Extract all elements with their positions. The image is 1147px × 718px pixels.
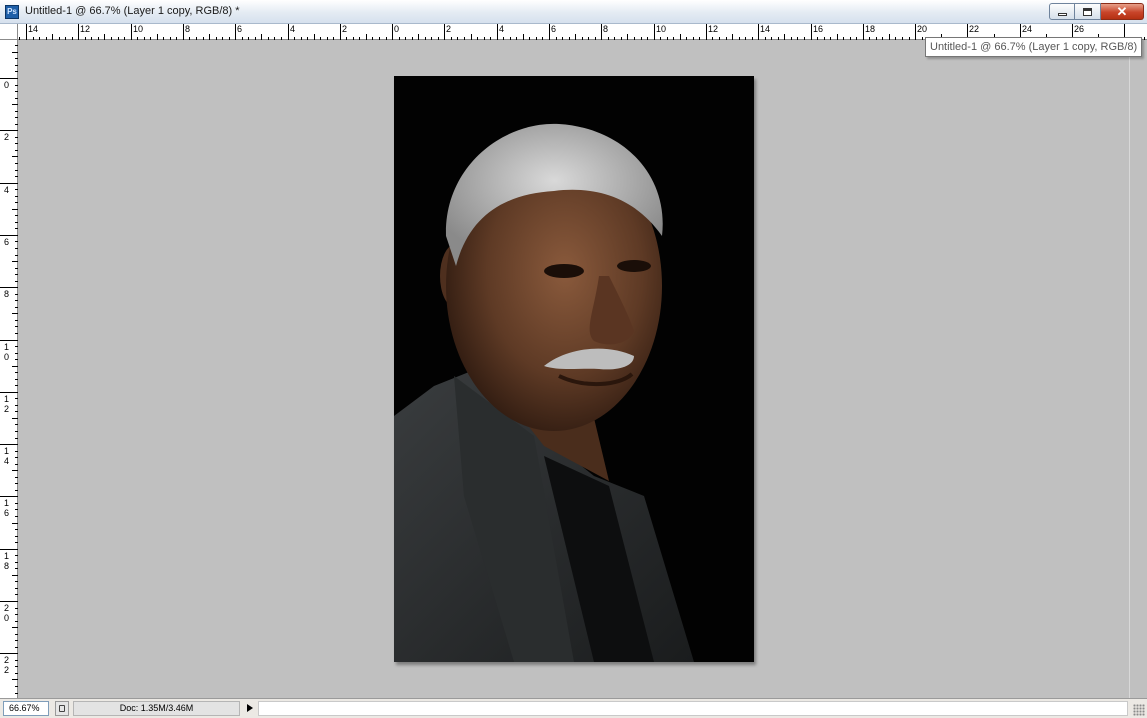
ruler-label: 12 [80,24,91,34]
ruler-label: 10 [133,24,144,34]
ruler-label: 2 2 [4,655,10,675]
ruler-label: 24 [1022,24,1033,34]
ruler-label: 18 [865,24,876,34]
ruler-label: 14 [28,24,39,34]
ruler-label: 1 0 [4,342,10,362]
vertical-ruler[interactable]: 0 2 4 6 8 1 0 1 2 1 4 1 6 1 8 2 0 2 2 [0,40,18,698]
ruler-label: 22 [969,24,980,34]
ruler-label: 6 [4,237,10,247]
ruler-label: 1 6 [4,498,10,518]
horizontal-scrollbar[interactable] [258,701,1128,716]
ruler-label: 26 [1074,24,1085,34]
title-tooltip: Untitled-1 @ 66.7% (Layer 1 copy, RGB/8) [925,37,1143,57]
maximize-button[interactable] [1075,3,1101,20]
ruler-label: 12 [708,24,719,34]
ruler-label: 1 4 [4,446,10,466]
ruler-label: 14 [760,24,771,34]
ruler-label: 6 [551,24,557,34]
window-controls: ✕ [1049,3,1144,20]
ruler-label: 8 [185,24,191,34]
ruler-label: 4 [4,185,10,195]
window-title: Untitled-1 @ 66.7% (Layer 1 copy, RGB/8)… [25,5,240,17]
document-status-icon[interactable] [55,701,69,716]
ruler-label: 6 [237,24,243,34]
document-image[interactable] [394,76,754,662]
ruler-label: 2 [446,24,452,34]
minimize-icon [1058,13,1067,16]
ruler-label: 16 [813,24,824,34]
close-button[interactable]: ✕ [1101,3,1144,20]
ruler-label: 4 [290,24,296,34]
portrait-photo [394,76,754,662]
maximize-icon [1083,8,1092,16]
ruler-label: 20 [917,24,928,34]
menu-arrow-icon[interactable] [242,701,256,716]
photoshop-app-icon[interactable]: Ps [5,5,19,19]
ruler-label: 8 [4,289,10,299]
resize-grip-icon[interactable] [1133,704,1145,716]
ruler-label: 2 0 [4,603,10,623]
ruler-label: 0 [4,80,10,90]
ruler-label: 0 [394,24,400,34]
ruler-label: 10 [656,24,667,34]
ruler-origin[interactable] [0,24,18,40]
ruler-label: 4 [499,24,505,34]
ruler-label: 1 8 [4,551,10,571]
ruler-label: 8 [603,24,609,34]
ruler-label: 2 [4,132,10,142]
vertical-scrollbar[interactable] [1129,40,1147,698]
ruler-label: 1 2 [4,394,10,414]
status-bar: 66.67% Doc: 1.35M/3.46M [0,698,1147,718]
minimize-button[interactable] [1049,3,1075,20]
document-info: Doc: 1.35M/3.46M [73,701,240,716]
close-icon: ✕ [1116,4,1128,19]
window-title-bar[interactable]: Ps Untitled-1 @ 66.7% (Layer 1 copy, RGB… [0,0,1147,24]
zoom-level-field[interactable]: 66.67% [3,701,49,716]
ruler-label: 2 [342,24,348,34]
